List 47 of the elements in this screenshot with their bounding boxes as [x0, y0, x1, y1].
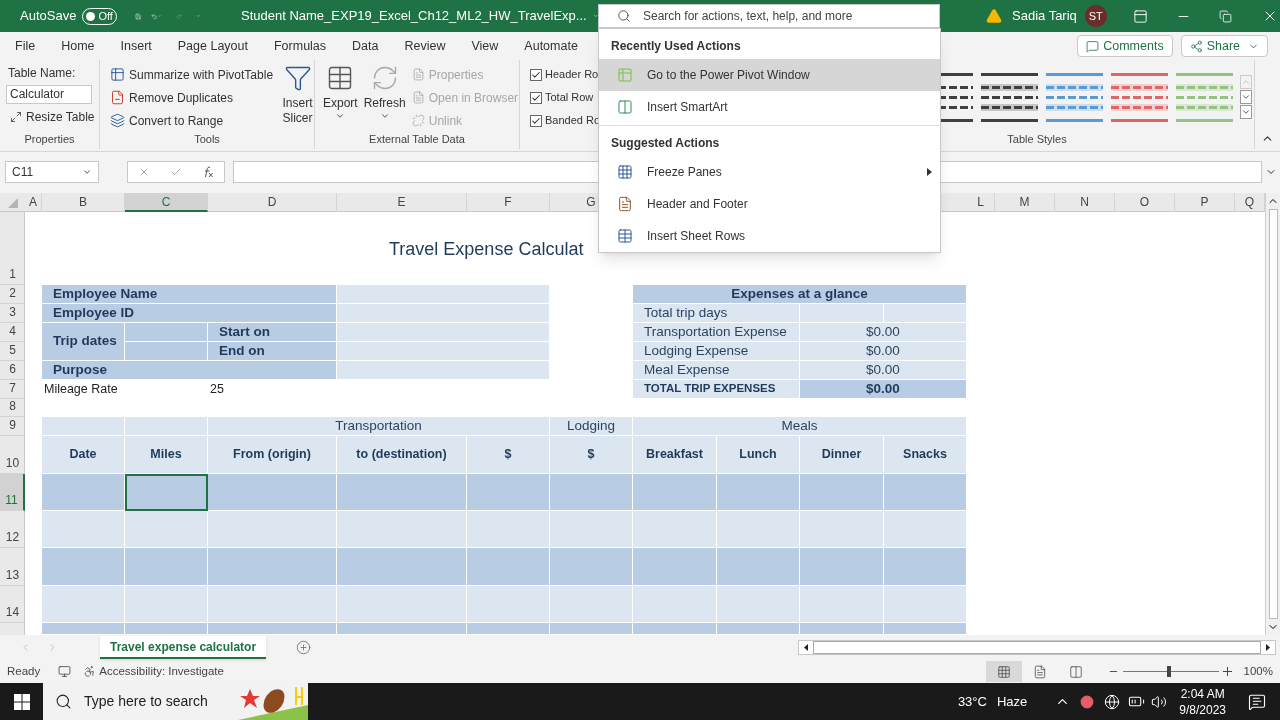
table-cell: Employee ID [42, 304, 337, 323]
column-heading: to (destination) [337, 436, 467, 474]
column-group-header: Transportation [208, 417, 550, 436]
table-cell: Employee Name [42, 285, 337, 304]
expenses-title: Expenses at a glance [633, 285, 967, 304]
table-cell: Total trip days [633, 304, 800, 323]
table-name-label: Table Name: [7, 65, 77, 82]
section-heading: Suggested Actions [611, 135, 720, 152]
column-heading: Dinner [800, 436, 884, 474]
column-group-header: Meals [633, 417, 967, 436]
table-cell: Purpose [42, 361, 337, 380]
date: 9/8/2023 [1179, 701, 1226, 718]
column-heading: Date [42, 436, 125, 474]
weather-condition: Haze [996, 692, 1028, 711]
group-title: External Table Data [368, 132, 466, 147]
time: 2:04 AM [1180, 685, 1225, 702]
table-cell: $0.00 [800, 342, 967, 361]
column-heading: $ [467, 436, 550, 474]
table-cell: $0.00 [800, 361, 967, 380]
column-heading: From (origin) [208, 436, 337, 474]
group-title: Table Styles [1006, 131, 1068, 147]
table-cell: Trip dates [42, 323, 125, 361]
section-heading: Recently Used Actions [611, 38, 741, 55]
table-cell: $0.00 [800, 380, 967, 399]
mileage-value: 25 [209, 381, 225, 399]
sheet-title: Travel Expense Calculat [389, 238, 584, 261]
table-cell: Transportation Expense [633, 323, 800, 342]
file-name: Student Name_EXP19_Excel_Ch12_ML2_HW_TravelExp... [240, 7, 587, 26]
mileage-label: Mileage Rate [43, 381, 119, 399]
table-cell: TOTAL TRIP EXPENSES [633, 380, 800, 399]
table-cell: Lodging Expense [633, 342, 800, 361]
temperature: 33°C [957, 692, 987, 711]
user-name: Sadia Tariq [1012, 7, 1077, 26]
column-heading: Breakfast [633, 436, 717, 474]
column-heading: Snacks [884, 436, 967, 474]
table-cell: End on [208, 342, 337, 361]
table-cell: Meal Expense [633, 361, 800, 380]
group-title: Tools [193, 132, 221, 147]
column-heading: Miles [125, 436, 208, 474]
column-group-header: Lodging [550, 417, 633, 436]
column-heading: $ [550, 436, 633, 474]
group-title: Properties [23, 131, 76, 147]
status-text: Ready [7, 663, 41, 679]
column-heading: Lunch [717, 436, 800, 474]
autosave-label: AutoSave [20, 7, 77, 26]
table-cell: $0.00 [800, 323, 967, 342]
table-cell: Start on [208, 323, 337, 342]
